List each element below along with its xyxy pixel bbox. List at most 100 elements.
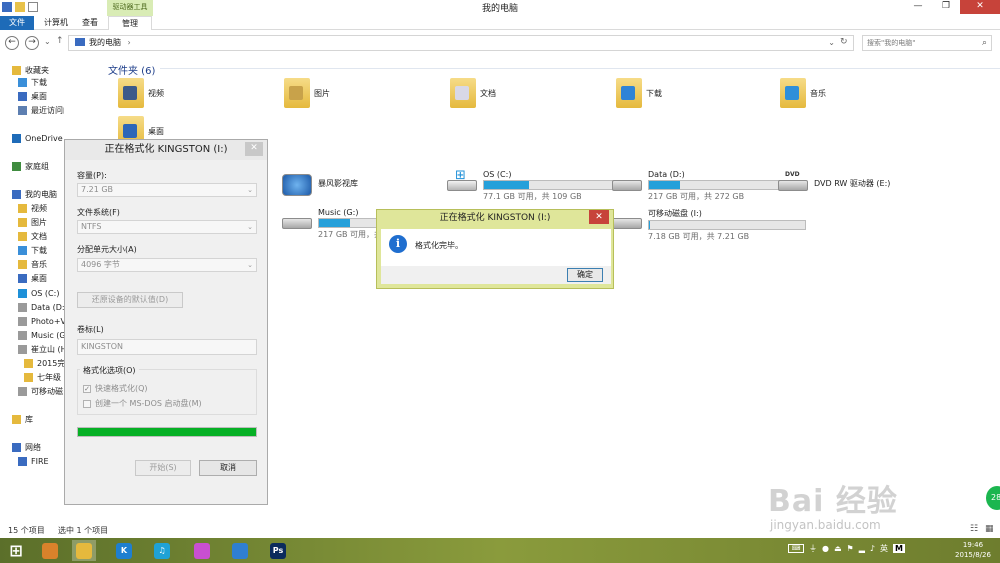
folder-label: 音乐	[810, 88, 826, 98]
folder-label: 视频	[148, 88, 164, 98]
drive-label: 暴风影视库	[318, 179, 358, 188]
clock[interactable]: 19:46 2015/8/26	[950, 540, 996, 560]
volume-icon[interactable]: ♪	[870, 544, 875, 553]
sidebar-item[interactable]: 图片	[18, 216, 47, 228]
ime-indicator[interactable]: 英	[880, 543, 888, 554]
taskbar-app-glyph: K	[116, 542, 132, 559]
drive-tile[interactable]: 暴风影视库	[282, 170, 358, 196]
sidebar-item[interactable]: 七年级	[24, 371, 61, 383]
sidebar-item[interactable]: Photo+V	[18, 315, 64, 327]
format-progress-bar	[77, 427, 257, 437]
search-input[interactable]: 搜索"我的电脑" ⌕	[862, 35, 992, 51]
sidebar-item[interactable]: 我的电脑	[12, 188, 57, 200]
breadcrumb[interactable]: 我的电脑	[89, 38, 121, 47]
sidebar-item[interactable]: 视频	[18, 202, 47, 214]
keyboard-icon[interactable]: ⌨	[788, 544, 804, 553]
star-icon	[12, 65, 21, 75]
sidebar-item[interactable]: 下载	[18, 244, 47, 256]
sidebar-item[interactable]: 库	[12, 413, 33, 425]
details-view-icon[interactable]: ☷	[970, 524, 978, 534]
ok-button[interactable]: 确定	[567, 268, 603, 282]
sidebar-item[interactable]: 网络	[12, 441, 41, 453]
tiles-view-icon[interactable]: ▦	[985, 524, 994, 534]
drive-info: DVD RW 驱动器 (E:)	[814, 170, 890, 194]
sidebar-item[interactable]: FIRE	[18, 455, 49, 467]
refresh-icon[interactable]: ↻	[840, 37, 848, 47]
maximize-button[interactable]: ❐	[932, 0, 960, 14]
tab-file[interactable]: 文件	[0, 16, 34, 30]
up-arrow-icon[interactable]: ↑	[56, 36, 64, 46]
kuaibo-icon[interactable]: K	[112, 540, 136, 561]
file-system-select[interactable]: NTFS ⌄	[77, 220, 257, 234]
photoshop-icon[interactable]: Ps	[266, 540, 290, 561]
taskbar-app-glyph	[76, 542, 92, 559]
folder-documents[interactable]: 文档	[450, 78, 496, 108]
taskbar-app-glyph: ⊞	[9, 540, 23, 560]
folders-group-header[interactable]: 文件夹 (6)	[108, 62, 155, 77]
close-button[interactable]: ✕	[960, 0, 1000, 14]
file-explorer-icon[interactable]	[72, 540, 96, 561]
sidebar-item[interactable]: 桌面	[18, 90, 47, 102]
sidebar-item[interactable]: Data (D:)	[18, 301, 64, 313]
close-button[interactable]: ✕	[589, 210, 609, 224]
cancel-button[interactable]: 取消	[199, 460, 257, 476]
start-button[interactable]: 开始(S)	[135, 460, 191, 476]
sidebar-item[interactable]: 崔立山 (H	[18, 343, 64, 355]
usb-icon[interactable]: ⏚	[809, 543, 817, 554]
drive-info: 可移动磁盘 (I:) 7.18 GB 可用，共 7.21 GB	[648, 208, 806, 242]
search-icon[interactable]: ⌕	[982, 36, 987, 50]
chevron-down-icon[interactable]: ⌄	[828, 36, 835, 50]
taskbar-app-glyph: ♫	[154, 542, 170, 559]
im-icon[interactable]: ♫	[150, 540, 174, 561]
folder-downloads[interactable]: 下载	[616, 78, 662, 108]
sidebar-item[interactable]: 可移动磁	[18, 385, 63, 397]
tab-view[interactable]: 查看	[76, 16, 104, 30]
app-bird-icon[interactable]	[228, 540, 252, 561]
sidebar-item[interactable]: 文档	[18, 230, 47, 242]
tab-computer[interactable]: 计算机	[40, 16, 72, 30]
address-bar[interactable]: 我的电脑 › ⌄	[68, 35, 854, 51]
network-icon[interactable]: ▂	[859, 544, 865, 553]
allocation-size-select[interactable]: 4096 字节 ⌄	[77, 258, 257, 272]
picasa-icon[interactable]	[190, 540, 214, 561]
minimize-button[interactable]: —	[904, 0, 932, 14]
sidebar-item[interactable]: OneDrive	[12, 132, 63, 144]
sidebar-item[interactable]: Music (G	[18, 329, 64, 341]
cloud-icon	[12, 133, 21, 143]
tray-app-icon[interactable]: ●	[822, 544, 829, 553]
drive-tile[interactable]: DVD DVD RW 驱动器 (E:)	[778, 170, 890, 194]
folder-videos[interactable]: 视频	[118, 78, 164, 108]
restore-defaults-button[interactable]: 还原设备的默认值(D)	[77, 292, 183, 308]
sidebar-item[interactable]: 桌面	[18, 272, 47, 284]
capacity-select[interactable]: 7.21 GB ⌄	[77, 183, 257, 197]
sidebar-item[interactable]: 音乐	[18, 258, 47, 270]
back-button[interactable]: ←	[5, 36, 19, 50]
sidebar-item[interactable]: OS (C:)	[18, 287, 59, 299]
tab-manage[interactable]: 管理	[108, 16, 152, 30]
app-game-icon[interactable]	[38, 540, 62, 561]
recent-locations-icon[interactable]: ⌄	[44, 37, 51, 46]
close-icon[interactable]: ✕	[245, 142, 263, 156]
flag-icon[interactable]: ⚑	[847, 544, 854, 553]
eject-icon[interactable]: ⏏	[834, 544, 842, 553]
download-folder-icon	[18, 245, 27, 255]
quick-format-checkbox[interactable]: ✓ 快速格式化(Q)	[83, 383, 148, 394]
drive-tile[interactable]: 可移动磁盘 (I:) 7.18 GB 可用，共 7.21 GB	[612, 208, 806, 242]
clock-time: 19:46	[962, 541, 984, 549]
forward-button[interactable]: →	[25, 36, 39, 50]
create-msdos-checkbox[interactable]: 创建一个 MS-DOS 启动盘(M)	[83, 398, 202, 409]
volume-label-input[interactable]: KINGSTON	[77, 339, 257, 355]
sidebar-item[interactable]: 最近访问的位置	[18, 104, 64, 116]
sidebar-item[interactable]: 2015完	[24, 357, 64, 369]
sidebar-item[interactable]: 收藏夹	[12, 64, 49, 76]
start-button[interactable]: ⊞	[4, 540, 28, 561]
breadcrumb-separator[interactable]: ›	[128, 38, 131, 47]
folder-music[interactable]: 音乐	[780, 78, 826, 108]
sidebar-item[interactable]: 下载	[18, 76, 47, 88]
ime-mode-icon[interactable]: M	[892, 544, 905, 553]
drive-usage-fill	[484, 181, 530, 189]
drive-tile[interactable]: Data (D:) 217 GB 可用，共 272 GB	[612, 170, 806, 202]
folder-pictures[interactable]: 图片	[284, 78, 330, 108]
library-icon	[12, 414, 21, 424]
sidebar-item[interactable]: 家庭组	[12, 160, 49, 172]
